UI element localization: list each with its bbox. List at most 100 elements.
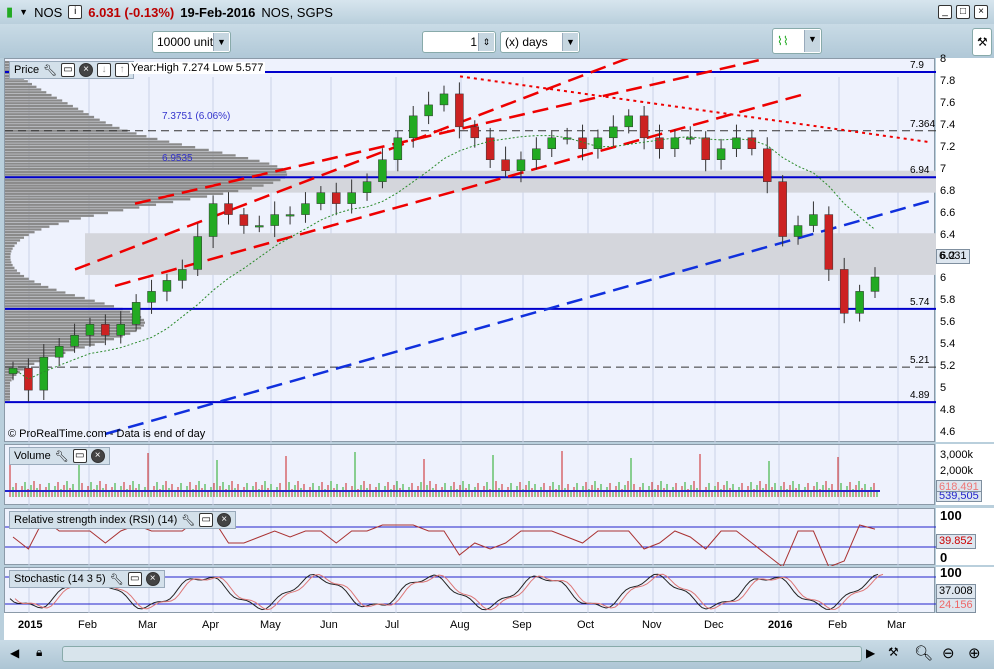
candle bbox=[101, 324, 110, 336]
volume-profile-bar bbox=[5, 148, 209, 152]
volume-profile-bar bbox=[5, 392, 10, 396]
volume-profile-bar bbox=[5, 173, 288, 176]
time-axis[interactable]: 2015 Feb Mar Apr May Jun Jul Aug Sep Oct Nov Dec 201… bbox=[4, 613, 994, 640]
units-value: 10000 units bbox=[157, 35, 220, 49]
volume-pane[interactable]: Volume 🔧︎ ▭ × bbox=[4, 444, 935, 506]
window-icon[interactable]: ▭ bbox=[61, 63, 76, 77]
maximize-button[interactable]: □ bbox=[956, 5, 970, 19]
volume-profile-bar bbox=[5, 255, 11, 259]
wrench-icon[interactable]: 🔧︎ bbox=[43, 64, 57, 77]
horizontal-scrollbar[interactable] bbox=[62, 646, 862, 662]
date: 19-Feb-2016 bbox=[180, 4, 256, 20]
volume-profile-bar bbox=[5, 220, 70, 223]
month-label: Aug bbox=[450, 619, 470, 631]
move-down-icon[interactable]: ↓ bbox=[97, 63, 112, 77]
tick-label: 7 bbox=[940, 162, 947, 175]
volume-profile-bar bbox=[5, 189, 239, 193]
volume-profile-bar bbox=[5, 203, 157, 206]
month-label: 2016 bbox=[768, 619, 793, 631]
candle bbox=[24, 367, 33, 391]
wrench-icon[interactable]: 🔧︎ bbox=[181, 514, 195, 527]
volume-profile-bar bbox=[5, 294, 75, 297]
instrument-name: NOS, SGPS bbox=[261, 4, 333, 20]
window-icon[interactable]: ▭ bbox=[72, 449, 87, 463]
month-label: May bbox=[260, 619, 281, 631]
volume-profile-bar bbox=[5, 390, 10, 393]
tick-label: 5 bbox=[940, 382, 947, 395]
lock-icon[interactable]: 🔒︎ bbox=[36, 645, 42, 660]
close-pane-icon[interactable]: × bbox=[90, 449, 105, 463]
minimize-button[interactable]: _ bbox=[938, 5, 952, 19]
month-label: Jul bbox=[385, 619, 400, 631]
dropdown-icon[interactable]: ▼ bbox=[19, 7, 28, 17]
level-label: 4.89 bbox=[910, 390, 930, 402]
period-value: 1 bbox=[470, 35, 477, 49]
volume-profile-bar bbox=[5, 88, 42, 91]
price-axis[interactable]: 6.031 8 7.8 7.6 7.4 7.2 7 6.8 6.6 6.4 6.2 6 5.8 5.6 5… bbox=[936, 53, 994, 442]
zoom-out-icon[interactable]: ⊖ bbox=[942, 644, 955, 662]
stochastic-pane[interactable]: Stochastic (14 3 5) 🔧︎ ▭ × bbox=[4, 567, 936, 614]
close-pane-icon[interactable]: × bbox=[79, 63, 94, 77]
volume-profile-bar bbox=[5, 146, 196, 149]
volume-profile-bar bbox=[5, 156, 249, 160]
candle bbox=[701, 137, 710, 160]
bottom-toolbar: ◀ 🔒︎ ▶ ⚒ 🔍︎ ⊖ ⊕ bbox=[0, 640, 994, 669]
scroll-left-button[interactable]: ◀ bbox=[10, 646, 19, 660]
settings-icon[interactable]: ⚒ bbox=[888, 645, 899, 659]
volume-profile-bar bbox=[5, 209, 124, 212]
price-pane[interactable]: Price 🔧︎ ▭ × ↓ ↑ Year:High 7.274 Low 5.5… bbox=[4, 58, 936, 443]
tick-label: 100 bbox=[940, 508, 962, 523]
candle bbox=[470, 126, 480, 139]
volume-profile-bar bbox=[5, 236, 25, 239]
period-stepper[interactable]: 1 ⇕ bbox=[422, 31, 496, 53]
volume-profile-bar bbox=[5, 214, 94, 217]
volume-profile-bar bbox=[5, 332, 131, 335]
candlestick-icon[interactable]: ▮ bbox=[6, 4, 13, 20]
candle bbox=[378, 159, 387, 182]
candle bbox=[716, 148, 726, 160]
window-icon[interactable]: ▭ bbox=[127, 572, 142, 586]
volume-profile-bar bbox=[5, 280, 35, 283]
rsi-pane[interactable]: Relative strength index (RSI) (14) 🔧︎ ▭ × bbox=[4, 508, 936, 566]
wrench-icon[interactable]: 🔧︎ bbox=[55, 450, 69, 463]
tick-label: 5.6 bbox=[940, 316, 956, 329]
volume-profile-bar bbox=[5, 143, 182, 146]
close-pane-icon[interactable]: × bbox=[145, 572, 160, 586]
tick-label: 7.8 bbox=[940, 74, 956, 87]
rsi-value: 39.852 bbox=[936, 534, 976, 549]
candle bbox=[855, 291, 864, 314]
volume-profile-bar bbox=[5, 373, 17, 376]
stepper-arrows-icon[interactable]: ⇕ bbox=[478, 33, 494, 51]
candle bbox=[332, 192, 341, 204]
candle bbox=[255, 225, 264, 228]
price-change: 6.031 (-0.13%) bbox=[88, 4, 175, 20]
period-unit-select[interactable]: (x) days ▼ bbox=[500, 31, 580, 53]
chart-type-button[interactable]: ⌇⌇ ▼ bbox=[772, 28, 822, 54]
info-icon[interactable]: i bbox=[68, 5, 83, 19]
volume-profile-bar bbox=[5, 263, 13, 267]
volume-profile-bar bbox=[5, 121, 106, 124]
volume-profile-bar bbox=[5, 85, 37, 88]
pane-title: Price bbox=[14, 64, 40, 76]
level-label: 5.21 bbox=[910, 355, 930, 367]
volume-profile-bar bbox=[5, 159, 260, 163]
close-button[interactable]: × bbox=[974, 5, 988, 19]
candle bbox=[424, 104, 433, 117]
volume-profile-bar bbox=[5, 211, 109, 215]
wrench-icon[interactable]: 🔧︎ bbox=[110, 573, 124, 586]
window-icon[interactable]: ▭ bbox=[199, 513, 214, 527]
chevron-down-icon: ▼ bbox=[804, 30, 820, 52]
volume-profile-bar bbox=[5, 283, 41, 286]
move-up-icon[interactable]: ↑ bbox=[115, 63, 130, 77]
units-select[interactable]: 10000 units ▼ bbox=[152, 31, 231, 53]
scroll-right-button[interactable]: ▶ bbox=[866, 646, 875, 660]
close-pane-icon[interactable]: × bbox=[217, 513, 232, 527]
pane-title: Volume bbox=[14, 450, 51, 462]
candle bbox=[193, 236, 202, 270]
toolbox-button[interactable]: ⚒ bbox=[972, 28, 992, 56]
autoscale-zoom-icon[interactable]: 🔍︎ bbox=[914, 644, 933, 662]
toolbar: 10000 units ▼ 1 ⇕ (x) days ▼ ⌇⌇ ▼ ⚒ bbox=[0, 24, 994, 58]
price-chart[interactable] bbox=[5, 59, 936, 443]
zoom-in-icon[interactable]: ⊕ bbox=[968, 644, 981, 662]
volume-profile-bar bbox=[5, 381, 10, 385]
